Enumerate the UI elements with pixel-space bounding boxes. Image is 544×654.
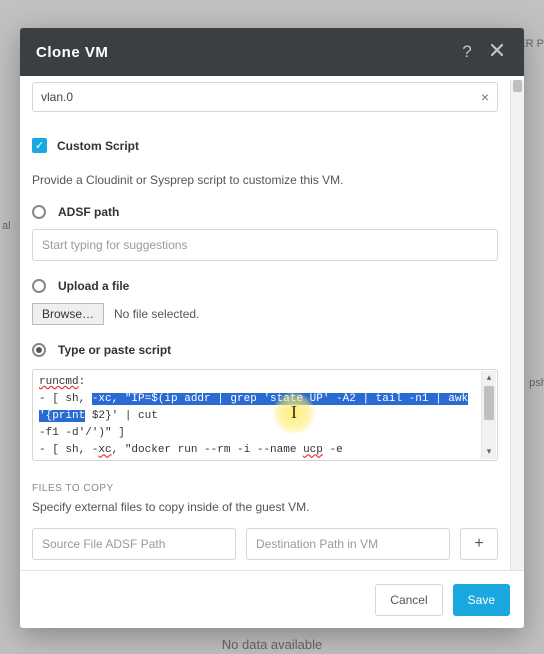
script-line: - [ sh, -xc, "docker run --rm -i --name … [39,442,479,461]
bg-text: No data available [222,637,322,652]
custom-script-checkbox-row[interactable]: ✓ Custom Script [32,138,498,153]
textarea-scrollbar[interactable]: ▴ ▾ [481,371,496,459]
radio-label: Type or paste script [58,343,171,357]
clear-icon[interactable]: × [481,89,489,105]
custom-script-desc: Provide a Cloudinit or Sysprep script to… [32,173,498,187]
radio-adsf-path[interactable]: ADSF path [32,205,498,219]
files-desc: Specify external files to copy inside of… [32,500,498,514]
scrollbar-thumb[interactable] [513,80,522,92]
script-textarea[interactable]: runcmd: - [ sh, -xc, "IP=$(ip addr | gre… [32,369,498,461]
vlan-field[interactable]: × [32,82,498,112]
modal-scrollbar[interactable] [510,80,524,584]
plus-icon: + [474,535,483,553]
radio-icon[interactable] [32,279,46,293]
radio-type-script[interactable]: Type or paste script [32,343,498,357]
bg-text: al [2,220,11,232]
modal-scroll-area: × ✓ Custom Script Provide a Cloudinit or… [20,76,510,568]
bg-text: pshot [529,377,544,389]
radio-upload-file[interactable]: Upload a file [32,279,498,293]
close-icon[interactable] [486,42,508,62]
scroll-down-icon[interactable]: ▾ [482,445,496,459]
modal-header: Clone VM ? [20,28,524,76]
radio-icon[interactable] [32,343,46,357]
radio-label: ADSF path [58,205,119,219]
custom-script-label: Custom Script [57,139,139,153]
script-line: - [ sh, -xc, "IP=$(ip addr | grep 'state… [39,391,479,425]
vlan-input[interactable] [41,90,481,104]
radio-label: Upload a file [58,279,129,293]
cancel-button[interactable]: Cancel [375,584,442,616]
checkbox-checked-icon[interactable]: ✓ [32,138,47,153]
upload-row: Browse… No file selected. [32,303,498,325]
add-file-button[interactable]: + [460,528,498,560]
scroll-up-icon[interactable]: ▴ [482,371,496,385]
scrollbar-thumb[interactable] [484,386,494,420]
clone-vm-modal: Clone VM ? × ✓ Custom Script Provide a C… [20,28,524,628]
no-file-label: No file selected. [114,307,199,321]
destination-path-input[interactable] [246,528,450,560]
radio-icon[interactable] [32,205,46,219]
script-line: -f1 -d'/')" ] [39,425,479,442]
files-row: + [32,528,498,560]
files-heading: FILES TO COPY [32,483,498,494]
script-line: runcmd: [39,374,479,391]
save-button[interactable]: Save [453,584,510,616]
modal-title: Clone VM [36,44,448,61]
adsf-path-input[interactable] [32,229,498,261]
browse-button[interactable]: Browse… [32,303,104,325]
modal-body: × ✓ Custom Script Provide a Cloudinit or… [20,76,524,628]
modal-footer: Cancel Save [20,570,524,628]
help-icon[interactable]: ? [456,42,478,62]
source-path-input[interactable] [32,528,236,560]
